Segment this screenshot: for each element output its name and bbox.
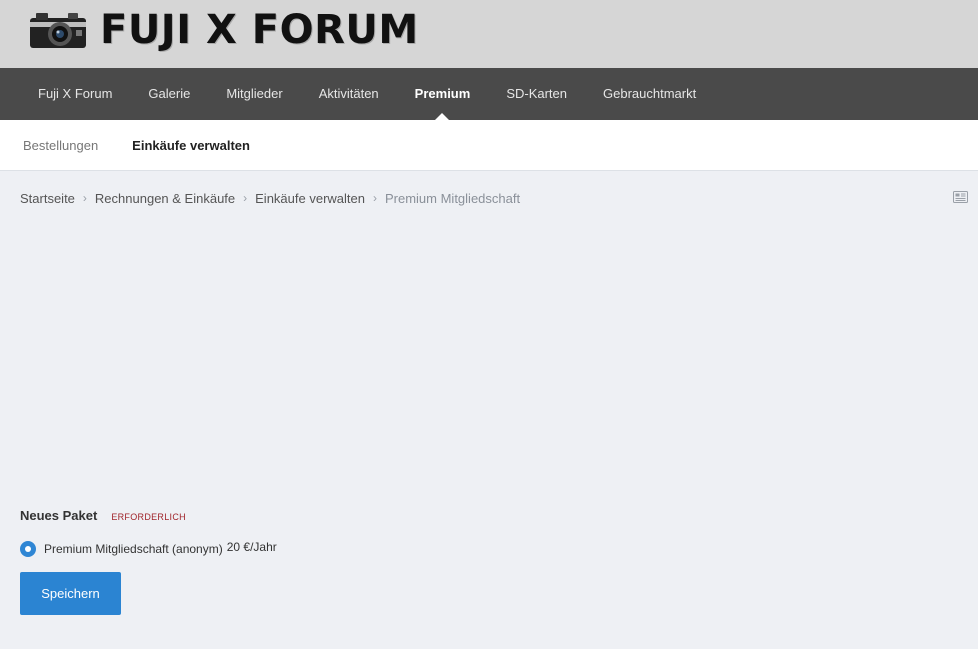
breadcrumb-einkaeufe[interactable]: Einkäufe verwalten <box>255 191 365 206</box>
breadcrumb-current: Premium Mitgliedschaft <box>384 190 521 206</box>
feed-icon[interactable] <box>953 191 968 203</box>
package-form: Neues Paket ERFORDERLICH Premium Mitglie… <box>20 508 960 615</box>
site-header: FUJI X FORUM <box>0 0 978 68</box>
nav-item-galerie[interactable]: Galerie <box>130 68 208 120</box>
nav-item-premium[interactable]: Premium <box>397 68 489 120</box>
subnav-item-bestellungen[interactable]: Bestellungen <box>6 138 115 153</box>
package-option-label: Premium Mitgliedschaft (anonym) <box>44 542 223 556</box>
required-badge: ERFORDERLICH <box>111 512 186 522</box>
package-option[interactable]: Premium Mitgliedschaft (anonym) 20 €/Jah… <box>20 540 960 557</box>
camera-icon <box>30 13 86 48</box>
site-logo[interactable]: FUJI X FORUM <box>28 8 419 52</box>
package-option-price: 20 €/Jahr <box>226 540 277 554</box>
nav-item-aktivitaeten[interactable]: Aktivitäten <box>301 68 397 120</box>
chevron-right-icon: › <box>372 191 377 205</box>
package-radio[interactable] <box>20 541 36 557</box>
field-label: Neues Paket <box>20 508 98 523</box>
breadcrumb: Startseite › Rechnungen & Einkäufe › Ein… <box>0 171 978 225</box>
save-button[interactable]: Speichern <box>20 572 121 615</box>
nav-item-gebrauchtmarkt[interactable]: Gebrauchtmarkt <box>585 68 714 120</box>
subnav-item-einkaeufe-verwalten[interactable]: Einkäufe verwalten <box>115 138 267 153</box>
chevron-right-icon: › <box>243 191 248 205</box>
sub-nav: Bestellungen Einkäufe verwalten <box>0 120 978 171</box>
breadcrumb-rechnungen[interactable]: Rechnungen & Einkäufe <box>95 191 235 206</box>
chevron-right-icon: › <box>82 191 87 205</box>
field-label-row: Neues Paket ERFORDERLICH <box>20 508 960 523</box>
main-nav: Fuji X Forum Galerie Mitglieder Aktivitä… <box>0 68 978 120</box>
nav-item-fuji-x-forum[interactable]: Fuji X Forum <box>20 68 130 120</box>
logo-text: FUJI X FORUM <box>100 7 419 53</box>
nav-item-sd-karten[interactable]: SD-Karten <box>488 68 585 120</box>
breadcrumb-startseite[interactable]: Startseite <box>20 191 75 206</box>
nav-item-mitglieder[interactable]: Mitglieder <box>208 68 300 120</box>
